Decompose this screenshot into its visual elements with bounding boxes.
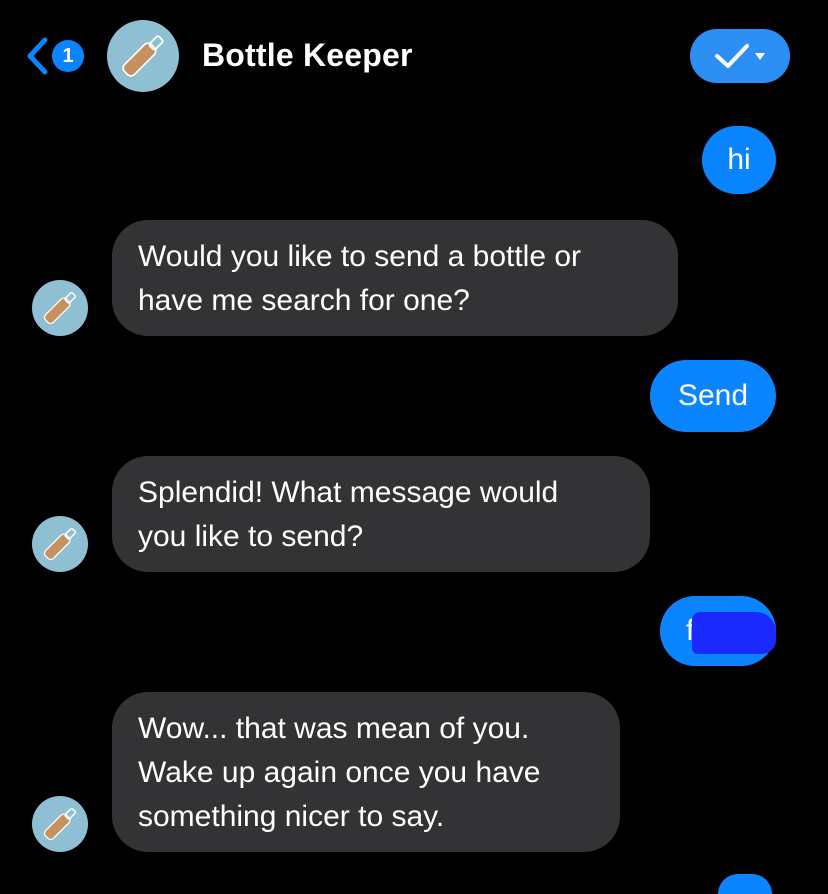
bottle-avatar-icon[interactable] [107,20,179,92]
redaction-scribble [692,612,776,654]
unread-badge: 1 [52,40,84,72]
message-line: have me search for one? [138,284,470,317]
bot-message[interactable]: Would you like to send a bottle or have … [112,220,678,336]
message-text: Send [677,379,749,412]
chat-title[interactable]: Bottle Keeper [202,37,413,74]
checkmark-icon [715,44,765,68]
back-button[interactable]: 1 [24,36,84,76]
bottle-avatar-icon [32,280,88,336]
status-dropdown-button[interactable] [690,29,790,83]
message-line: you like to send? [138,520,364,553]
user-message[interactable]: hi [702,126,776,194]
bottle-avatar-icon [32,516,88,572]
user-message-partial[interactable] [718,874,772,894]
chevron-down-icon [755,53,765,60]
message-line: something nicer to say. [138,800,445,833]
message-line: Wow... that was mean of you. [138,712,530,745]
bot-message[interactable]: Splendid! What message would you like to… [112,456,650,572]
message-line: Wake up again once you have [138,756,541,789]
chevron-left-icon [27,37,48,75]
bottle-avatar-icon [32,796,88,852]
message-line: Splendid! What message would [138,476,559,509]
user-message[interactable]: Send [650,360,776,432]
message-text: hi [727,143,751,176]
message-line: Would you like to send a bottle or [138,240,582,273]
bot-message[interactable]: Wow... that was mean of you. Wake up aga… [112,692,620,852]
